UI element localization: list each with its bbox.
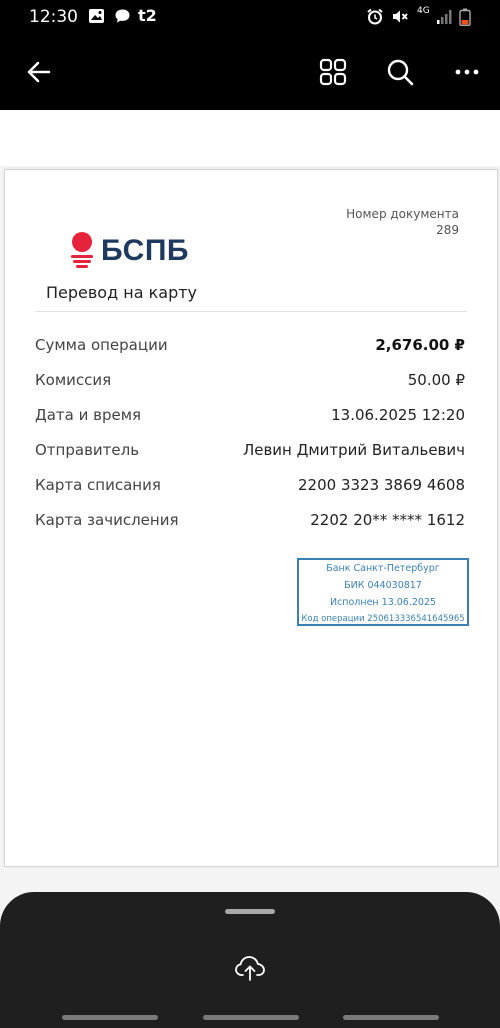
detail-label: Карта списания <box>35 476 161 494</box>
nav-bar-back[interactable] <box>343 1015 439 1020</box>
document-number-label: Номер документа <box>346 207 459 221</box>
receipt-document: Номер документа 289 БСПБ Перевод на карт… <box>4 169 498 867</box>
detail-value: Левин Дмитрий Витальевич <box>242 441 465 459</box>
bank-logo-icon <box>71 232 93 268</box>
search-button[interactable] <box>380 52 420 92</box>
detail-row-fee: Комиссия 50.00 ₽ <box>35 371 465 395</box>
detail-label: Комиссия <box>35 371 112 389</box>
detail-row-source-card: Карта списания 2200 3323 3869 4608 <box>35 476 465 500</box>
detail-value: 2202 20** **** 1612 <box>310 511 465 529</box>
sheet-drag-handle[interactable] <box>225 909 275 914</box>
bottom-sheet <box>0 892 500 1028</box>
carrier-label: t2 <box>138 6 157 25</box>
detail-label: Карта зачисления <box>35 511 179 529</box>
detail-label: Дата и время <box>35 406 142 424</box>
stamp-line: Исполнен 13.06.2025 <box>329 597 437 608</box>
detail-value: 2200 3323 3869 4608 <box>298 476 465 494</box>
upload-button[interactable] <box>230 950 270 986</box>
mute-icon <box>391 8 409 29</box>
more-icon <box>455 69 479 75</box>
detail-row-amount: Сумма операции 2,676.00 ₽ <box>35 336 465 360</box>
signal-icon <box>436 8 454 29</box>
grid-button[interactable] <box>313 52 353 92</box>
network-type: 4G <box>417 6 430 16</box>
alarm-icon <box>366 8 384 29</box>
status-bar: 12:30 t2 4G <box>0 0 500 34</box>
grid-icon <box>319 58 347 86</box>
cloud-upload-icon <box>235 956 265 981</box>
detail-value: 2,676.00 ₽ <box>375 336 465 354</box>
image-icon <box>88 8 105 28</box>
page-gap <box>0 110 500 166</box>
document-title: Перевод на карту <box>46 283 198 302</box>
status-time: 12:30 <box>29 7 78 27</box>
stamp-line: БИК 044030817 <box>344 580 422 591</box>
back-button[interactable] <box>19 52 59 92</box>
back-arrow-icon <box>27 61 51 83</box>
detail-row-datetime: Дата и время 13.06.2025 12:20 <box>35 406 465 430</box>
document-number: Номер документа 289 <box>346 206 459 238</box>
stamp-line: Банк Санкт-Петербург <box>326 563 440 574</box>
detail-value: 50.00 ₽ <box>407 371 465 389</box>
chat-icon <box>114 8 131 28</box>
search-icon <box>387 59 414 86</box>
nav-bar-recents[interactable] <box>62 1015 158 1020</box>
nav-bar-home[interactable] <box>203 1015 299 1020</box>
document-number-value: 289 <box>436 223 459 237</box>
stamp-line: Код операции 250613336541645965 <box>301 614 465 624</box>
divider <box>35 311 467 312</box>
detail-label: Сумма операции <box>35 336 168 354</box>
detail-label: Отправитель <box>35 441 140 459</box>
app-toolbar <box>0 34 500 110</box>
detail-row-sender: Отправитель Левин Дмитрий Витальевич <box>35 441 465 465</box>
detail-value: 13.06.2025 12:20 <box>331 406 465 424</box>
bank-stamp: Банк Санкт-Петербург БИК 044030817 Испол… <box>297 558 469 626</box>
detail-row-target-card: Карта зачисления 2202 20** **** 1612 <box>35 511 465 535</box>
battery-icon <box>459 8 471 30</box>
more-button[interactable] <box>447 52 487 92</box>
bank-logo-text: БСПБ <box>101 234 189 267</box>
